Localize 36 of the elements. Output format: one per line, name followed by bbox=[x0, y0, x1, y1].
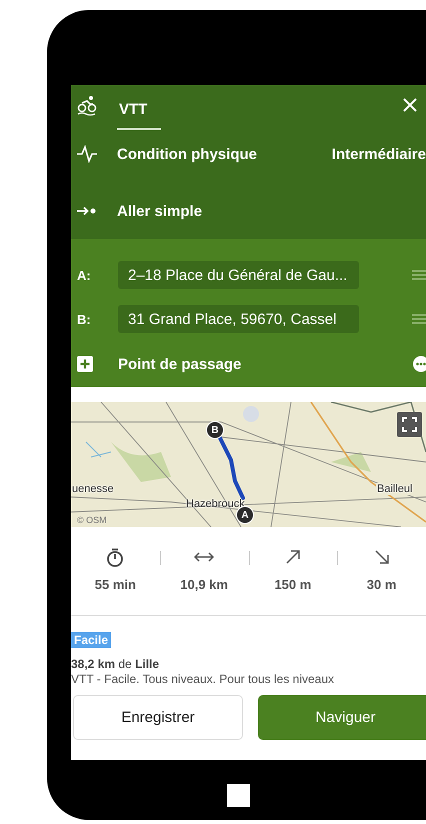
stat-value: 30 m bbox=[366, 577, 396, 592]
stat-value: 55 min bbox=[94, 577, 136, 592]
setting-value[interactable]: Intermédiaire bbox=[332, 146, 426, 162]
address-field[interactable]: 2–18 Place du Général de Gau... bbox=[118, 261, 359, 289]
arrow-down-right-icon bbox=[374, 550, 389, 564]
drag-handle-icon[interactable] bbox=[412, 314, 426, 324]
pulse-icon bbox=[77, 145, 97, 163]
end-marker[interactable]: B bbox=[206, 421, 224, 439]
waypoint-letter: B: bbox=[77, 312, 92, 326]
save-button[interactable]: Enregistrer bbox=[73, 695, 243, 740]
drag-handle-icon[interactable] bbox=[412, 270, 426, 280]
double-arrow-icon bbox=[194, 551, 214, 563]
arrow-dot-icon bbox=[77, 206, 96, 216]
arrow-up-right-icon bbox=[286, 550, 300, 564]
stat-value: 150 m bbox=[274, 577, 312, 592]
add-waypoint-label[interactable]: Point de passage bbox=[118, 356, 413, 372]
activity-tab[interactable]: VTT bbox=[117, 90, 162, 130]
stopwatch-icon bbox=[106, 548, 124, 566]
stat-value: 10,9 km bbox=[180, 577, 228, 592]
waypoint-letter: A: bbox=[77, 268, 92, 282]
cyclist-icon bbox=[77, 94, 97, 116]
start-marker[interactable]: A bbox=[236, 506, 254, 524]
setting-label[interactable]: Aller simple bbox=[117, 202, 202, 220]
route-description: VTT - Facile. Tous niveaux. Pour tous les niveaux bbox=[71, 672, 334, 686]
difficulty-badge: Facile bbox=[71, 632, 112, 648]
place-label: uenesse bbox=[72, 483, 114, 495]
navigate-button[interactable]: Naviguer bbox=[258, 695, 426, 740]
close-icon[interactable] bbox=[402, 97, 418, 113]
map-attribution: © OSM bbox=[77, 515, 107, 525]
address-field[interactable]: 31 Grand Place, 59670, Cassel bbox=[118, 305, 359, 333]
fullscreen-icon[interactable] bbox=[397, 412, 422, 437]
distance-text: 38,2 km de Lille bbox=[71, 657, 160, 671]
place-label: Bailleul bbox=[376, 483, 414, 495]
setting-label[interactable]: Condition physique bbox=[117, 146, 257, 162]
more-icon[interactable] bbox=[413, 356, 426, 372]
add-icon[interactable] bbox=[77, 356, 93, 372]
